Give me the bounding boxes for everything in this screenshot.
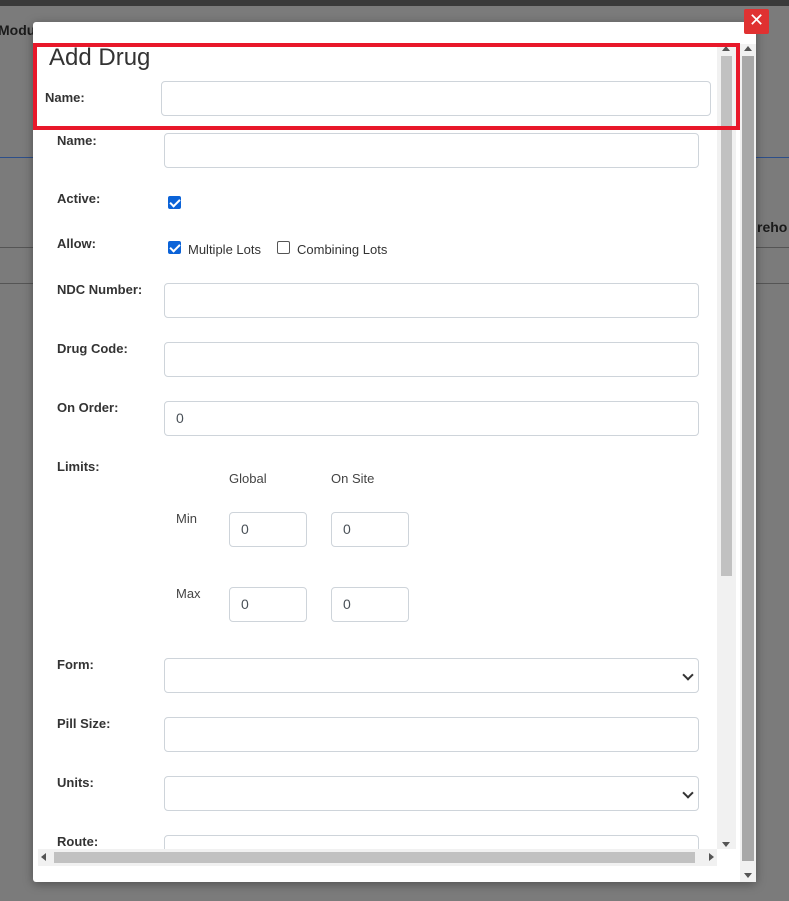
background-divider <box>0 157 33 158</box>
scroll-up-icon[interactable] <box>744 46 752 51</box>
form-select[interactable] <box>164 658 699 693</box>
on-order-label: On Order: <box>57 400 119 415</box>
on-order-input[interactable]: 0 <box>164 401 699 436</box>
form-label: Form: <box>57 657 94 672</box>
limits-global-header: Global <box>229 471 267 486</box>
add-drug-modal: Add Drug Name: Name: Active: Allow: Mult… <box>33 22 756 882</box>
pill-size-label: Pill Size: <box>57 716 111 731</box>
min-global-input[interactable]: 0 <box>229 512 307 547</box>
max-global-input[interactable]: 0 <box>229 587 307 622</box>
allow-label: Allow: <box>57 236 96 251</box>
background-divider <box>0 283 33 284</box>
min-on-site-input[interactable]: 0 <box>331 512 409 547</box>
scroll-right-icon[interactable] <box>709 853 714 861</box>
multiple-lots-checkbox[interactable] <box>168 241 181 254</box>
drug-code-input[interactable] <box>164 342 699 377</box>
units-label: Units: <box>57 775 94 790</box>
combining-lots-label: Combining Lots <box>297 242 388 257</box>
background-divider <box>756 157 789 158</box>
background-topbar <box>0 0 789 6</box>
ndc-number-input[interactable] <box>164 283 699 318</box>
scrollbar-thumb[interactable] <box>721 56 732 576</box>
modal-vertical-scrollbar[interactable] <box>740 44 756 882</box>
form-horizontal-scrollbar[interactable] <box>38 849 717 866</box>
limits-on-site-header: On Site <box>331 471 375 486</box>
active-checkbox[interactable] <box>168 196 181 209</box>
background-divider <box>756 283 789 284</box>
active-label: Active: <box>57 191 101 206</box>
modal-content: Add Drug Name: Name: Active: Allow: Mult… <box>33 22 735 850</box>
route-label: Route: <box>57 834 99 849</box>
name-label: Name: <box>57 133 97 148</box>
max-on-site-input[interactable]: 0 <box>331 587 409 622</box>
limits-label: Limits: <box>57 459 100 474</box>
scroll-down-icon[interactable] <box>722 842 730 847</box>
scroll-left-icon[interactable] <box>41 853 46 861</box>
background-warehouse-text: reho <box>757 219 788 235</box>
form-vertical-scrollbar[interactable] <box>717 44 736 849</box>
pill-size-input[interactable] <box>164 717 699 752</box>
units-select[interactable] <box>164 776 699 811</box>
chevron-down-icon <box>682 787 694 799</box>
background-divider <box>0 247 33 248</box>
route-input[interactable] <box>164 835 699 850</box>
multiple-lots-label: Multiple Lots <box>188 242 261 257</box>
ndc-number-label: NDC Number: <box>57 282 143 297</box>
scrollbar-thumb[interactable] <box>54 852 695 863</box>
scroll-down-icon[interactable] <box>744 873 752 878</box>
limits-min-label: Min <box>176 511 197 526</box>
drug-code-label: Drug Code: <box>57 341 128 356</box>
highlight-box <box>33 43 740 130</box>
close-button[interactable]: ✕ <box>744 9 769 34</box>
combining-lots-checkbox[interactable] <box>277 241 290 254</box>
scrollbar-thumb[interactable] <box>742 56 754 861</box>
chevron-down-icon <box>682 669 694 681</box>
background-divider <box>756 247 789 248</box>
close-icon: ✕ <box>748 10 765 31</box>
name-input[interactable] <box>164 133 699 168</box>
limits-max-label: Max <box>176 586 201 601</box>
